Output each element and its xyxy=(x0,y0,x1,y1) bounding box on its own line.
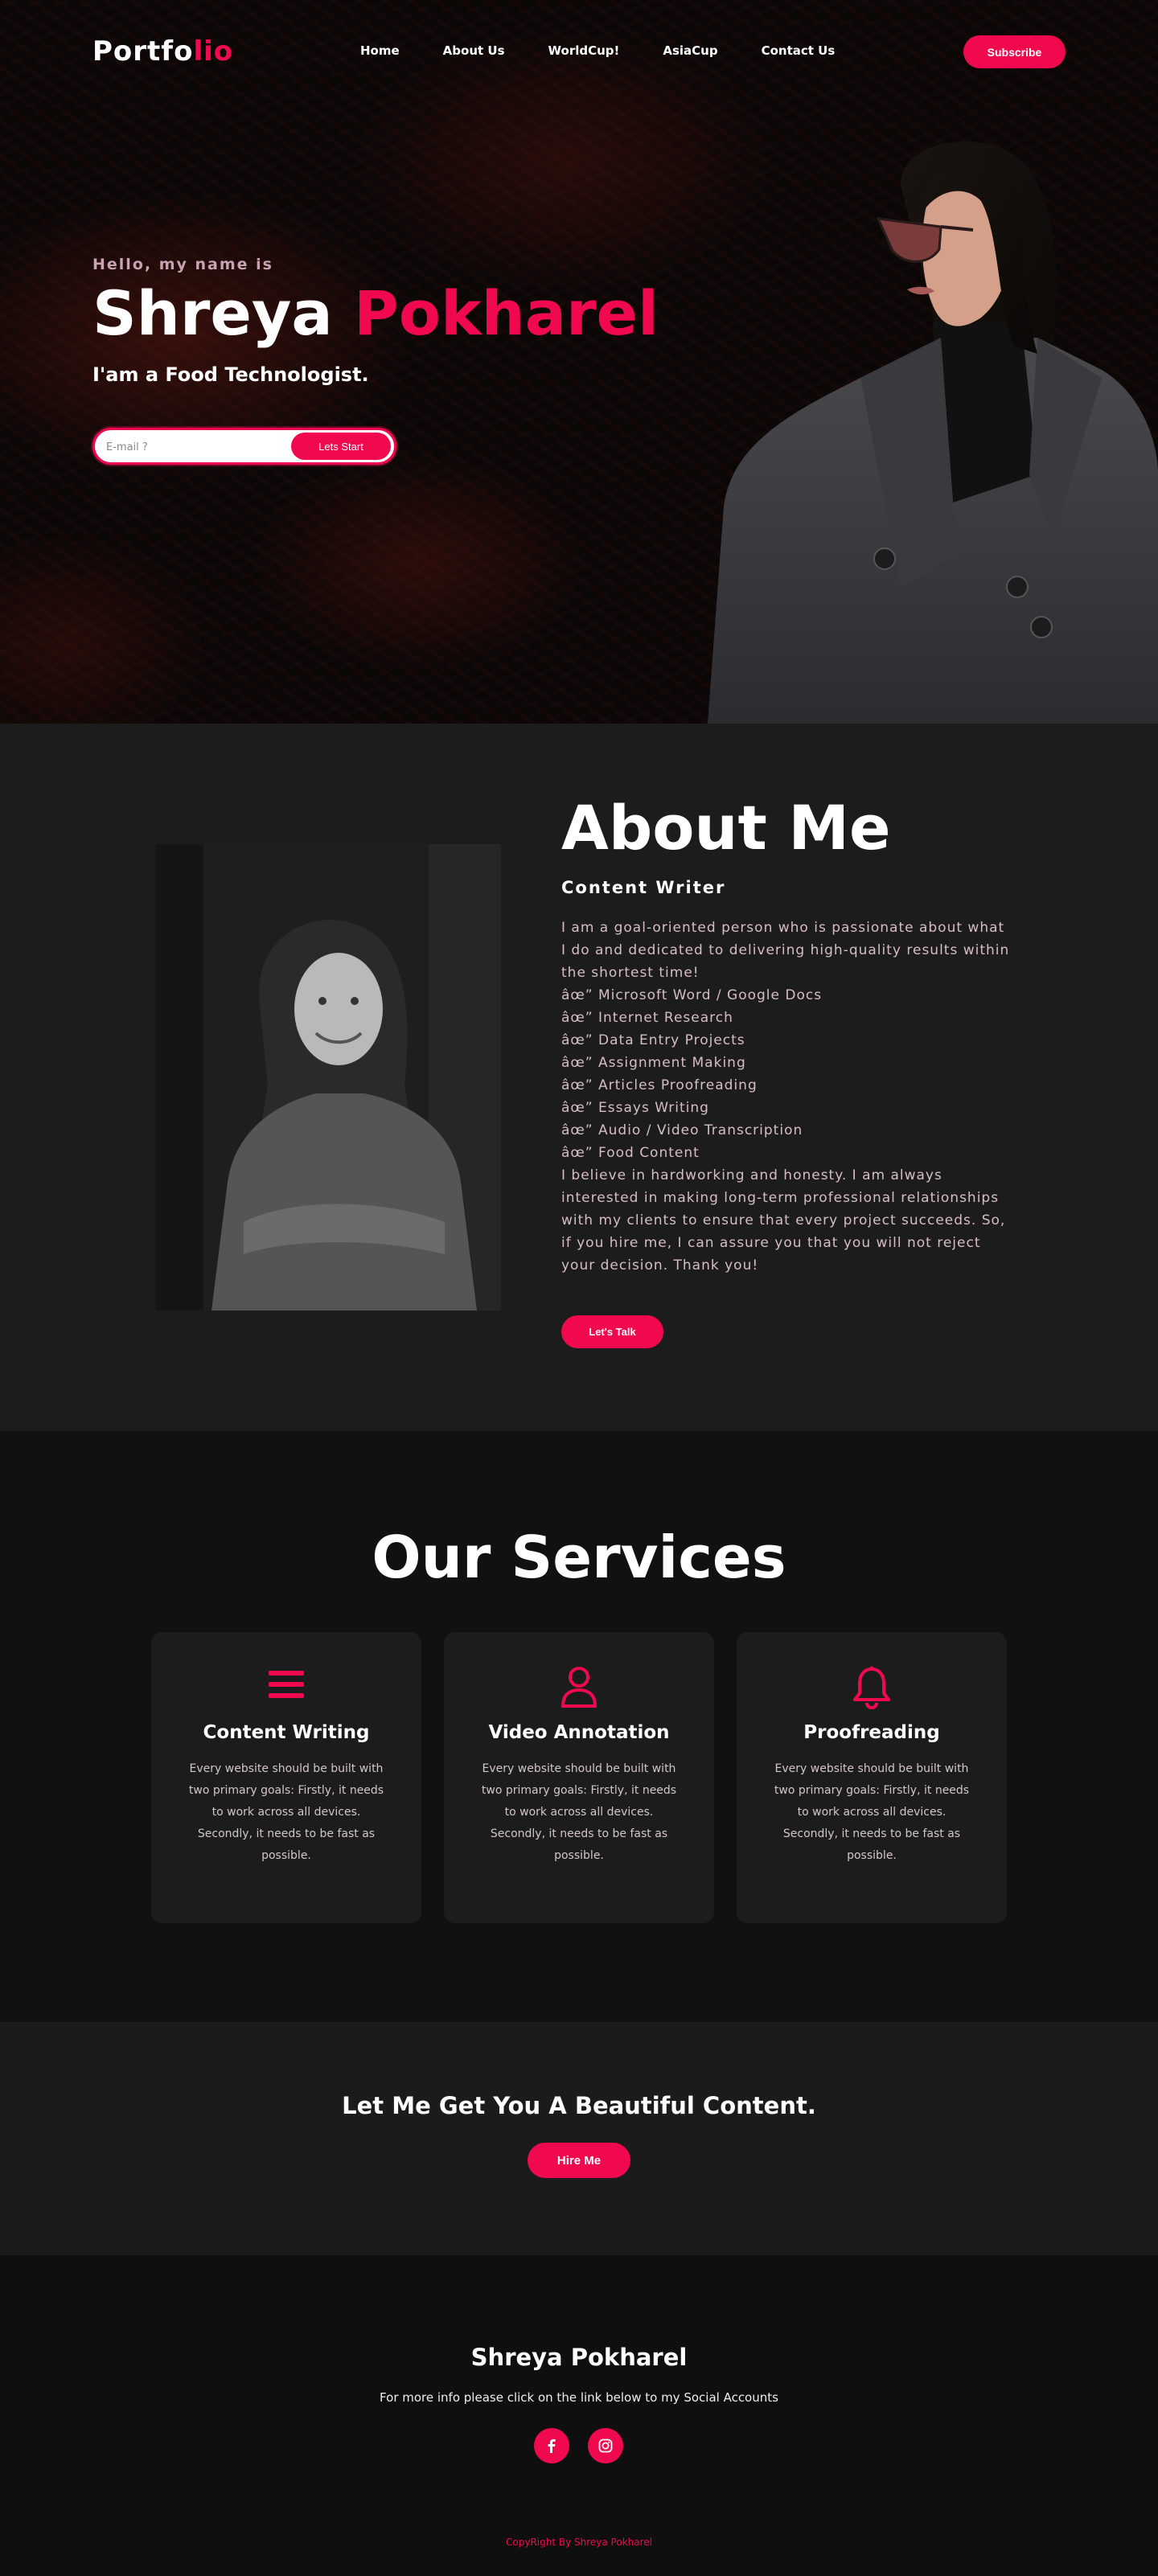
nav-link-worldcup[interactable]: WorldCup! xyxy=(548,43,620,58)
about-closing: I believe in hardworking and honesty. I … xyxy=(561,1167,1006,1274)
hero-last-name: Pokharel xyxy=(354,277,659,349)
footer-info: For more info please click on the link b… xyxy=(380,2390,778,2405)
instagram-link[interactable] xyxy=(588,2428,623,2463)
nav-menu: Home About Us WorldCup! AsiaCup Contact … xyxy=(360,43,878,58)
about-description: I am a goal-oriented person who is passi… xyxy=(561,917,1012,1277)
hero-greeting: Hello, my name is xyxy=(92,256,273,273)
about-section: About Me Content Writer I am a goal-orie… xyxy=(0,724,1158,1431)
skill-item: âœ” Microsoft Word / Google Docs xyxy=(561,987,823,1003)
skill-item: âœ” Data Entry Projects xyxy=(561,1032,745,1048)
service-card-title: Content Writing xyxy=(203,1722,370,1743)
service-card-title: Video Annotation xyxy=(488,1722,670,1743)
hero-tagline: I'am a Food Technologist. xyxy=(92,363,369,386)
nav-link-home[interactable]: Home xyxy=(360,43,400,58)
lets-talk-button[interactable]: Let's Talk xyxy=(561,1315,663,1348)
service-card-text: Every website should be built with two p… xyxy=(188,1762,384,1862)
user-icon xyxy=(444,1666,714,1711)
nav-link-about-us[interactable]: About Us xyxy=(443,43,505,58)
services-section: Our Services Content Writing Every websi… xyxy=(0,1431,1158,2022)
logo-text-accent: lio xyxy=(193,35,234,68)
nav-link-asiacup[interactable]: AsiaCup xyxy=(663,43,717,58)
service-card-content-writing: Content Writing Every website should be … xyxy=(151,1632,421,1923)
services-title: Our Services xyxy=(372,1524,786,1591)
instagram-icon xyxy=(598,2439,613,2453)
about-intro: I am a goal-oriented person who is passi… xyxy=(561,920,1010,981)
service-card-proofreading: Proofreading Every website should be bui… xyxy=(737,1632,1007,1923)
service-card-title: Proofreading xyxy=(803,1722,940,1743)
hero-first-name: Shreya xyxy=(92,277,333,349)
footer: Shreya Pokharel For more info please cli… xyxy=(0,2255,1158,2576)
subscribe-button[interactable]: Subscribe xyxy=(963,35,1066,68)
hire-me-button[interactable]: Hire Me xyxy=(528,2143,630,2178)
email-signup-form: Lets Start xyxy=(92,428,396,465)
site-logo[interactable]: Portfolio xyxy=(92,35,233,68)
skill-item: âœ” Internet Research xyxy=(561,1010,733,1026)
about-subtitle: Content Writer xyxy=(561,878,726,897)
hero-portrait-image xyxy=(708,142,1158,724)
hero-section: Portfolio Home About Us WorldCup! AsiaCu… xyxy=(0,0,1158,724)
service-card-text: Every website should be built with two p… xyxy=(481,1762,677,1862)
nav-link-contact-us[interactable]: Contact Us xyxy=(762,43,836,58)
skill-item: âœ” Articles Proofreading xyxy=(561,1077,758,1093)
copyright-text: CopyRight By Shreya Pokharel xyxy=(506,2537,652,2548)
skill-item: âœ” Essays Writing xyxy=(561,1100,709,1116)
footer-name: Shreya Pokharel xyxy=(470,2344,688,2371)
about-photo xyxy=(155,844,501,1311)
top-navigation: Portfolio Home About Us WorldCup! AsiaCu… xyxy=(0,32,1158,71)
skill-item: âœ” Food Content xyxy=(561,1145,700,1161)
facebook-link[interactable] xyxy=(534,2428,569,2463)
cta-heading: Let Me Get You A Beautiful Content. xyxy=(342,2092,816,2119)
menu-lines-icon xyxy=(151,1666,421,1711)
lets-start-button[interactable]: Lets Start xyxy=(291,433,391,460)
service-card-text: Every website should be built with two p… xyxy=(774,1762,970,1862)
email-input[interactable] xyxy=(106,438,283,456)
skill-item: âœ” Audio / Video Transcription xyxy=(561,1122,803,1138)
hero-name: Shreya Pokharel xyxy=(92,277,659,349)
logo-text-main: Portfo xyxy=(92,35,194,68)
facebook-icon xyxy=(548,2439,556,2453)
bell-icon xyxy=(737,1666,1007,1711)
skill-item: âœ” Assignment Making xyxy=(561,1055,746,1071)
about-title: About Me xyxy=(561,792,891,863)
cta-section: Let Me Get You A Beautiful Content. Hire… xyxy=(0,2022,1158,2255)
service-card-video-annotation: Video Annotation Every website should be… xyxy=(444,1632,714,1923)
